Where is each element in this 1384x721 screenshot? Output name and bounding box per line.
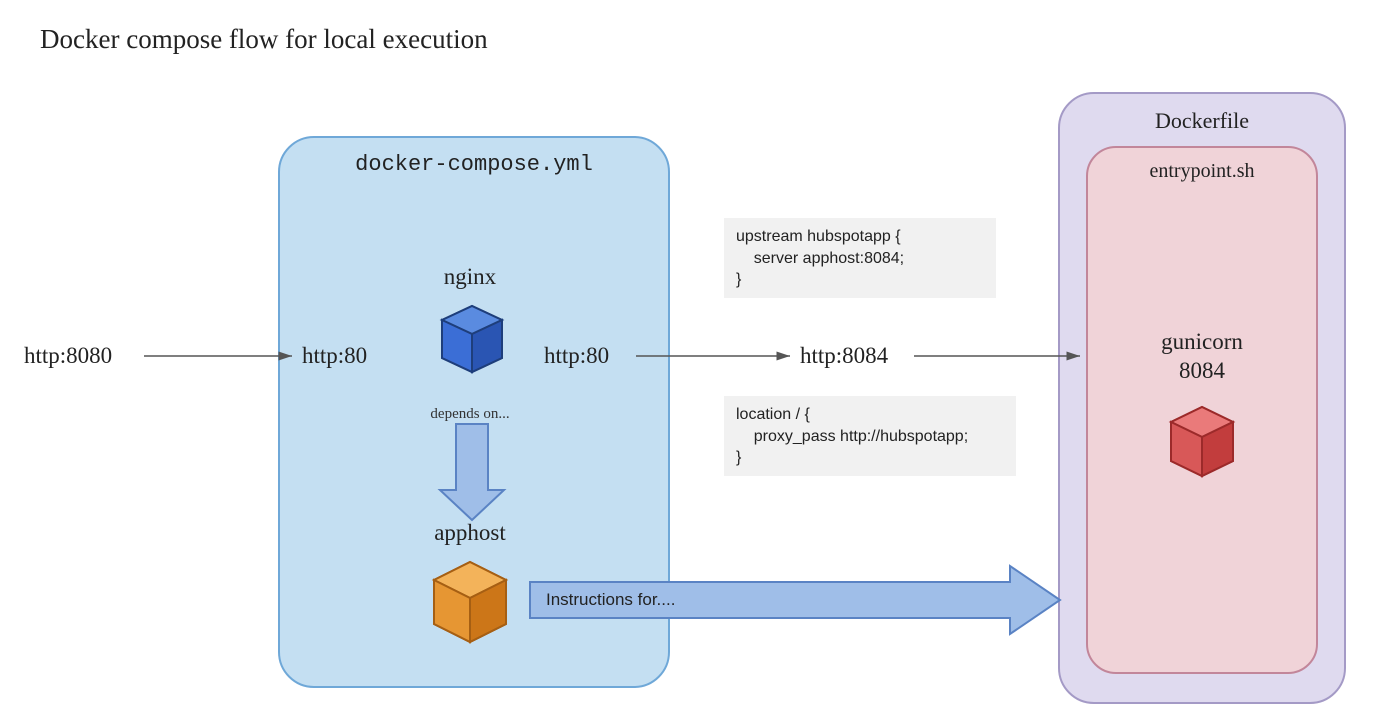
gunicorn-cube-icon <box>1164 398 1240 480</box>
nginx-location-code: location / { proxy_pass http://hubspotap… <box>724 396 1016 476</box>
diagram-canvas: Docker compose flow for local execution … <box>0 0 1384 721</box>
instructions-label: Instructions for.... <box>546 590 675 610</box>
dockerfile-title-label: Dockerfile <box>1060 108 1344 134</box>
apphost-cube-icon <box>426 552 514 646</box>
entrypoint-title-label: entrypoint.sh <box>1088 160 1316 183</box>
gunicorn-label: gunicorn 8084 <box>1100 328 1304 386</box>
http-8080-label: http:8080 <box>24 343 112 369</box>
apphost-label: apphost <box>380 520 560 546</box>
http-80-right-label: http:80 <box>544 343 609 369</box>
http-8084-label: http:8084 <box>800 343 888 369</box>
depends-on-label: depends on... <box>380 406 560 423</box>
gunicorn-name: gunicorn <box>1161 329 1243 354</box>
diagram-title: Docker compose flow for local execution <box>40 24 488 55</box>
gunicorn-port: 8084 <box>1179 358 1225 383</box>
http-80-left-label: http:80 <box>302 343 367 369</box>
nginx-label: nginx <box>380 264 560 290</box>
nginx-cube-icon <box>436 298 508 376</box>
nginx-upstream-code: upstream hubspotapp { server apphost:808… <box>724 218 996 298</box>
compose-filename-label: docker-compose.yml <box>280 152 668 177</box>
